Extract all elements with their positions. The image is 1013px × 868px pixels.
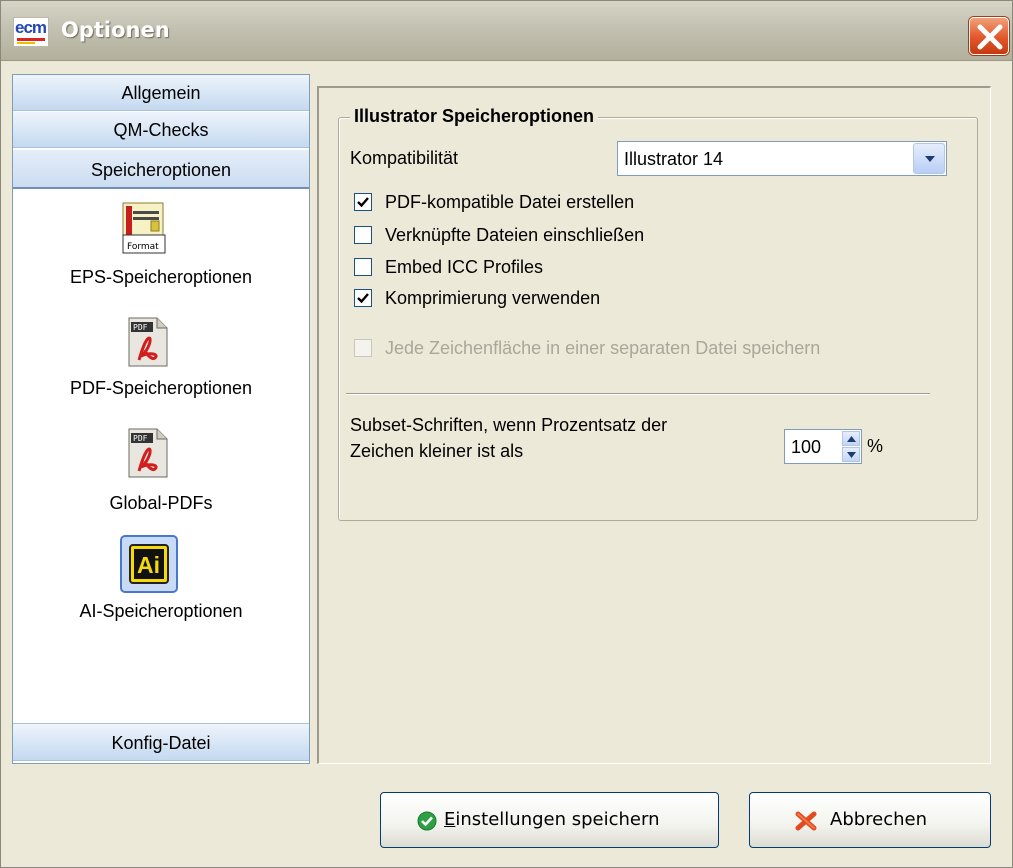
check-circle-icon [417,811,437,836]
dropdown-button[interactable] [913,143,945,174]
nav-item-eps-speicheroptionen[interactable]: Format EPS-Speicheroptionen [13,201,309,301]
svg-text:PDF: PDF [133,323,148,332]
svg-text:Format: Format [127,242,159,252]
checkbox-compression[interactable] [354,289,372,307]
close-button[interactable] [969,17,1009,55]
nav-item-label: Global-PDFs [109,493,213,513]
checkbox-label: PDF-kompatible Datei erstellen [385,192,635,212]
stepper-up-button[interactable] [842,431,860,446]
save-settings-button[interactable]: Einstellungen speichern [380,792,719,848]
nav-item-label: AI-Speicheroptionen [79,601,243,621]
chevron-down-icon [925,156,935,162]
pdf-file-icon: PDF [125,427,171,484]
checkbox-embed-icc[interactable] [354,258,372,276]
cancel-x-icon [795,811,817,836]
pdf-file-icon: PDF [125,316,171,373]
checkbox-label: Embed ICC Profiles [385,257,544,277]
svg-text:PDF: PDF [133,434,148,443]
checkbox-linked-files[interactable] [354,226,372,244]
nav-item-ai-speicheroptionen[interactable]: Ai AI-Speicheroptionen [13,535,309,635]
tab-allgemein[interactable]: Allgemein [13,75,309,111]
cancel-button-label: Abbrechen [830,809,928,830]
subset-percent-value: 100 [791,437,822,457]
stepper-down-button[interactable] [842,447,860,462]
checkbox-separate-artboards [354,339,372,357]
compatibility-value: Illustrator 14 [624,149,724,169]
subset-label-line1: Subset-Schriften, wenn Prozentsatz der [350,415,668,435]
close-icon [977,24,1003,50]
arrow-up-icon [847,436,856,442]
subset-percent-stepper[interactable]: 100 [784,429,862,464]
nav-item-label: PDF-Speicheroptionen [69,378,253,398]
separator [346,393,930,395]
tab-konfig-datei[interactable]: Konfig-Datei [13,723,309,761]
eps-format-icon: Format [121,201,175,262]
tab-speicheroptionen[interactable]: Speicheroptionen [13,149,309,189]
svg-text:Ai: Ai [137,552,160,578]
nav-item-global-pdfs[interactable]: PDF Global-PDFs [13,427,309,527]
options-dialog: ecm Optionen Allgemein QM-Checks Speiche… [0,0,1013,868]
check-icon [357,293,369,304]
nav-item-label: EPS-Speicheroptionen [69,267,253,287]
title-bar[interactable]: ecm Optionen [1,1,1012,61]
percent-unit: % [867,436,884,456]
save-accelerator: E [444,809,456,830]
tab-qm-checks[interactable]: QM-Checks [13,112,309,148]
check-icon [357,197,369,208]
nav-item-pdf-speicheroptionen[interactable]: PDF PDF-Speicheroptionen [13,316,309,416]
compatibility-label: Kompatibilität [350,148,459,168]
arrow-down-icon [847,452,856,458]
options-navigation: Allgemein QM-Checks Speicheroptionen For… [12,74,310,764]
group-title: Illustrator Speicheroptionen [350,106,599,127]
checkbox-label: Jede Zeichenfläche in einer separaten Da… [385,338,821,358]
checkbox-label: Komprimierung verwenden [385,288,601,308]
illustrator-icon: Ai [120,535,178,598]
subset-label-line2: Zeichen kleiner ist als [350,441,524,461]
checkbox-pdf-compatible[interactable] [354,193,372,211]
compatibility-select[interactable]: Illustrator 14 [617,141,947,176]
cancel-button[interactable]: Abbrechen [749,792,991,848]
ecm-app-icon: ecm [13,17,49,47]
window-title: Optionen [61,18,170,42]
checkbox-label: Verknüpfte Dateien einschließen [385,225,645,245]
save-button-label: instellungen speichern [455,809,660,830]
